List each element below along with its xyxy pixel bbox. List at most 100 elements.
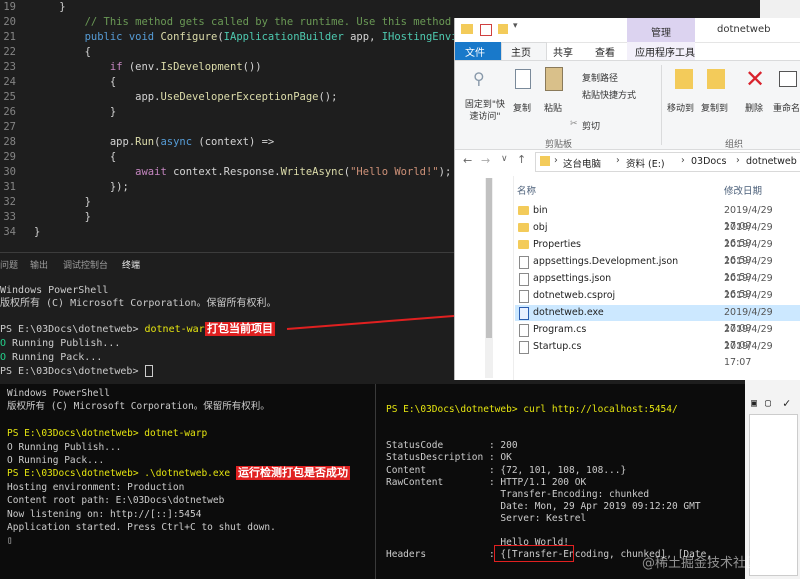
tab-terminal[interactable]: 终端 bbox=[122, 258, 140, 271]
navigation-pane[interactable] bbox=[455, 176, 514, 380]
breadcrumb-03docs[interactable]: 03Docs bbox=[691, 156, 726, 167]
tab-file[interactable]: 文件 bbox=[465, 44, 485, 59]
side-panel: ▣ ▢ ✓ bbox=[745, 380, 800, 579]
copy-icon[interactable] bbox=[515, 69, 531, 89]
tab-home[interactable]: 主页 bbox=[511, 44, 531, 59]
move-to-button[interactable]: 移动到 bbox=[667, 101, 694, 114]
line-number: 32 bbox=[3, 196, 16, 208]
code-line[interactable]: 30 await context.Response.WriteAsync("He… bbox=[0, 165, 455, 180]
check-icon[interactable]: ✓ bbox=[783, 396, 790, 410]
code-line[interactable]: 34} bbox=[0, 225, 455, 240]
code-line[interactable]: 31 }); bbox=[0, 180, 455, 195]
properties-icon[interactable] bbox=[480, 24, 492, 36]
breadcrumb-drive[interactable]: 资料 (E:) bbox=[626, 156, 665, 170]
code-line[interactable]: 23 if (env.IsDevelopment()) bbox=[0, 60, 455, 75]
file-row[interactable]: dotnetweb.csproj2019/4/29 17:07 bbox=[515, 288, 800, 317]
pin-quick-access-button[interactable]: 固定到"快速访问" bbox=[461, 99, 509, 123]
line-number: 23 bbox=[3, 61, 16, 73]
forward-icon[interactable]: → bbox=[481, 154, 490, 167]
terminal-line: O Running Pack... bbox=[0, 352, 103, 363]
copy-button[interactable]: 复制 bbox=[513, 101, 531, 114]
paste-shortcut-button[interactable]: 粘贴快捷方式 bbox=[582, 88, 636, 101]
paste-button[interactable]: 粘贴 bbox=[544, 101, 562, 114]
tab-share[interactable]: 共享 bbox=[553, 44, 573, 59]
file-name: Properties bbox=[533, 239, 582, 250]
copy-to-icon[interactable] bbox=[707, 69, 725, 89]
delete-button[interactable]: 删除 bbox=[745, 101, 763, 114]
code-editor[interactable]: 19 } 20 // This method gets called by the… bbox=[0, 0, 455, 252]
terminal-line: Hosting environment: Production bbox=[7, 481, 185, 493]
rename-button[interactable]: 重命名 bbox=[773, 101, 800, 114]
recent-dropdown-icon[interactable]: ∨ bbox=[501, 154, 508, 164]
save-icon[interactable]: ▣ bbox=[751, 398, 757, 409]
new-folder-icon[interactable] bbox=[498, 24, 508, 34]
cut-button[interactable]: 剪切 bbox=[582, 119, 600, 132]
code-line[interactable]: 19 } bbox=[0, 0, 455, 15]
code-text: await context.Response.WriteAsync("Hello… bbox=[135, 166, 452, 178]
code-line[interactable]: 32 } bbox=[0, 195, 455, 210]
copy-to-button[interactable]: 复制到 bbox=[701, 101, 728, 114]
pin-icon[interactable]: ⚲ bbox=[473, 69, 487, 88]
rename-icon[interactable] bbox=[779, 71, 797, 87]
code-line[interactable]: 25 app.UseDeveloperExceptionPage(); bbox=[0, 90, 455, 105]
terminal-line: StatusDescription : OK bbox=[386, 452, 512, 464]
tab-app-tools[interactable]: 应用程序工具 bbox=[635, 44, 695, 59]
file-row[interactable]: dotnetweb.exe 2019/4/29 17:09 bbox=[515, 305, 800, 334]
manage-tab[interactable]: 管理 bbox=[651, 24, 671, 39]
terminal-line: Windows PowerShell bbox=[0, 285, 109, 296]
code-line[interactable]: 22 { bbox=[0, 45, 455, 60]
code-line[interactable]: 24 { bbox=[0, 75, 455, 90]
address-bar[interactable]: › 这台电脑 › 资料 (E:) › 03Docs › dotnetweb bbox=[535, 152, 800, 172]
breadcrumb-this-pc[interactable]: 这台电脑 bbox=[563, 156, 601, 170]
nav-scroll-thumb[interactable] bbox=[486, 178, 492, 338]
breadcrumb-dotnetweb[interactable]: dotnetweb bbox=[746, 156, 797, 167]
code-line[interactable]: 26 } bbox=[0, 105, 455, 120]
line-number: 34 bbox=[3, 226, 16, 238]
delete-icon[interactable]: ✕ bbox=[745, 65, 765, 93]
line-number: 27 bbox=[3, 121, 16, 133]
back-icon[interactable]: ← bbox=[463, 154, 472, 167]
file-row[interactable]: bin 2019/4/29 17:09 bbox=[515, 203, 800, 232]
code-line[interactable]: 21 public void Configure(IApplicationBui… bbox=[0, 30, 455, 45]
code-text: public void Configure(IApplicationBuilde… bbox=[84, 31, 455, 43]
paste-icon[interactable] bbox=[545, 67, 563, 91]
tab-problems[interactable]: 问题 bbox=[0, 258, 18, 271]
code-text: } bbox=[84, 196, 91, 208]
tab-debug-console[interactable]: 调试控制台 bbox=[63, 258, 108, 271]
terminal-line: Transfer-Encoding: chunked bbox=[386, 488, 650, 500]
file-row[interactable]: appsettings.Development.json 2019/4/29 16… bbox=[515, 254, 800, 283]
code-line[interactable]: 20 // This method gets called by the run… bbox=[0, 15, 455, 30]
pane-divider bbox=[375, 384, 376, 579]
tab-view[interactable]: 查看 bbox=[595, 44, 615, 59]
up-icon[interactable]: ↑ bbox=[517, 153, 526, 166]
code-text: } bbox=[84, 106, 117, 118]
dropdown-icon[interactable]: ▾ bbox=[513, 21, 518, 31]
code-text: app.Run(async (context) => bbox=[84, 136, 275, 148]
prompt: PS E:\03Docs\dotnetweb> bbox=[0, 324, 145, 335]
code-line[interactable]: 28 app.Run(async (context) => bbox=[0, 135, 455, 150]
file-row[interactable]: Startup.cs 2019/4/29 17:07 bbox=[515, 339, 800, 368]
terminal-line: O Running Publish... bbox=[7, 441, 122, 453]
code-line[interactable]: 27 bbox=[0, 120, 455, 135]
tab-output[interactable]: 输出 bbox=[30, 258, 48, 271]
column-name[interactable]: 名称 bbox=[517, 183, 536, 197]
powershell-terminal[interactable]: Windows PowerShell 版权所有 (C) Microsoft Cor… bbox=[0, 384, 745, 579]
file-explorer-window[interactable]: ▾ 管理 dotnetweb 文件 主页 共享 查看 应用程序工具 ⚲ 固定到"… bbox=[454, 18, 800, 380]
line-number: 30 bbox=[3, 166, 16, 178]
file-row[interactable]: Properties 2019/4/29 16:59 bbox=[515, 237, 800, 266]
terminal-line: PS E:\03Docs\dotnetweb> curl http://loca… bbox=[386, 404, 678, 415]
file-row[interactable]: obj 2019/4/29 16:59 bbox=[515, 220, 800, 249]
move-to-icon[interactable] bbox=[675, 69, 693, 89]
copy-path-button[interactable]: 复制路径 bbox=[582, 71, 618, 84]
scissors-icon: ✂ bbox=[570, 119, 578, 129]
column-date-modified[interactable]: 修改日期 bbox=[724, 183, 762, 197]
file-row[interactable]: appsettings.json 2019/4/29 16:59 bbox=[515, 271, 800, 300]
file-row[interactable]: Program.cs 2019/4/29 17:07 bbox=[515, 322, 800, 351]
code-line[interactable]: 33 } bbox=[0, 210, 455, 225]
file-icon bbox=[519, 307, 529, 320]
code-line[interactable]: 29 { bbox=[0, 150, 455, 165]
terminal-line: O Running Pack... bbox=[7, 455, 105, 466]
file-icon[interactable]: ▢ bbox=[765, 398, 771, 409]
file-icon bbox=[519, 256, 529, 269]
